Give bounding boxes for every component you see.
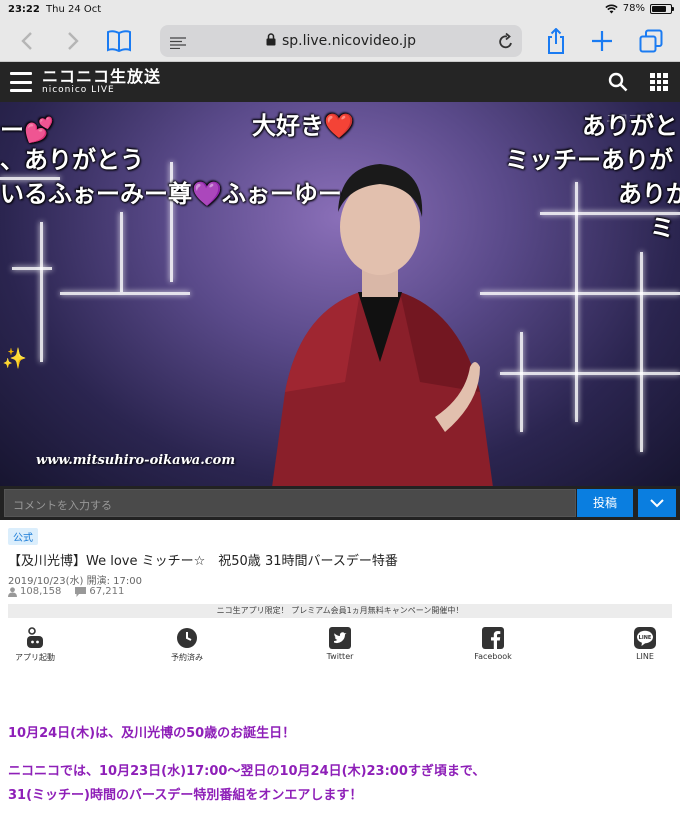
- viewer-count: 108,158: [8, 586, 61, 597]
- program-datetime: 2019/10/23(水) 開演: 17:00: [8, 576, 142, 587]
- facebook-label: Facebook: [474, 652, 512, 661]
- line-label: LINE: [636, 652, 654, 661]
- description-line: 31(ミッチー)時間のバースデー特別番組をオンエアします！: [8, 788, 363, 803]
- url-text: sp.live.nicovideo.jp: [281, 33, 416, 49]
- person-icon: [8, 586, 17, 597]
- battery-percent: 78%: [622, 3, 645, 14]
- program-stats: 108,158 67,211: [8, 586, 124, 597]
- comment-input[interactable]: コメントを入力する: [4, 489, 576, 517]
- line-share-button[interactable]: LINE LINE: [610, 624, 680, 661]
- status-time: 23:22: [8, 4, 40, 15]
- reload-icon[interactable]: [498, 32, 514, 54]
- post-comment-button[interactable]: 投稿: [577, 489, 633, 517]
- bookmarks-icon[interactable]: [106, 28, 132, 54]
- comment-options-button[interactable]: [638, 489, 676, 517]
- comment-overlay: 大好き❤️: [252, 112, 354, 140]
- app-launch-label: アプリ起動: [15, 653, 55, 662]
- twitter-icon: [329, 627, 351, 649]
- menu-icon[interactable]: [10, 72, 32, 92]
- comment-overlay: ミッチーありが: [505, 146, 673, 174]
- apps-grid-icon[interactable]: [650, 73, 668, 91]
- app-launch-button[interactable]: アプリ起動: [0, 624, 70, 663]
- search-icon[interactable]: [608, 72, 628, 96]
- status-right: 78%: [605, 3, 674, 14]
- sparkle-icon: ✨: [2, 346, 27, 370]
- twitter-share-button[interactable]: Twitter: [305, 624, 375, 661]
- forward-icon[interactable]: [60, 28, 86, 54]
- wifi-icon: [605, 4, 618, 13]
- reserved-label: 予約済み: [171, 653, 203, 662]
- share-icon[interactable]: [543, 28, 569, 54]
- comment-icon: [75, 586, 87, 597]
- comment-overlay: いるふぉーみー尊💜ふぉーゆー: [0, 180, 342, 208]
- lock-icon: [266, 33, 276, 50]
- status-bar: 23:22 Thu 24 Oct 78%: [0, 0, 680, 20]
- svg-text:LINE: LINE: [639, 635, 652, 641]
- video-player[interactable]: ニコニコ ー💕 大好き❤️ ありがと 、ありがとう ミッチーありが いるふぉーみ…: [0, 102, 680, 486]
- action-bar: アプリ起動 予約済み Twitter Facebook LINE LINE: [0, 624, 680, 668]
- comment-overlay: ミ: [650, 214, 674, 242]
- campaign-banner[interactable]: ニコ生アプリ限定！ プレミアム会員1ヵ月無料キャンペーン開催中！: [8, 604, 672, 618]
- browser-toolbar: sp.live.nicovideo.jp: [0, 20, 680, 62]
- description-line: ニコニコでは、10月23日(水)17:00～翌日の10月24日(木)23:00す…: [8, 764, 486, 779]
- logo-title: ニコニコ生放送: [42, 67, 162, 86]
- comment-bar: コメントを入力する 投稿: [0, 486, 680, 520]
- app-launch-icon: [27, 627, 43, 648]
- niconico-live-logo[interactable]: ニコニコ生放送 niconico LIVE: [42, 68, 161, 95]
- logo-subtitle: niconico LIVE: [42, 85, 115, 95]
- comment-count: 67,211: [75, 586, 124, 597]
- description-line: 10月24日(木)は、及川光博の50歳のお誕生日！: [8, 726, 296, 741]
- video-watermark: www.mitsuhiro-oikawa.com: [36, 453, 236, 468]
- comment-overlay: 、ありがとう: [0, 146, 144, 174]
- status-date: Thu 24 Oct: [46, 4, 102, 15]
- reserved-button[interactable]: 予約済み: [152, 624, 222, 663]
- tabs-overview-icon[interactable]: [638, 28, 664, 54]
- official-badge: 公式: [8, 528, 38, 545]
- program-description: 10月24日(木)は、及川光博の50歳のお誕生日！ ニコニコでは、10月23日(…: [8, 722, 672, 808]
- new-tab-icon[interactable]: [589, 28, 615, 54]
- battery-icon: [650, 3, 674, 14]
- program-title: 【及川光博】We love ミッチー☆ 祝50歳 31時間バースデー特番: [8, 554, 398, 569]
- facebook-icon: [482, 627, 504, 649]
- chevron-down-icon: [650, 498, 664, 507]
- twitter-label: Twitter: [326, 652, 354, 661]
- back-icon[interactable]: [14, 28, 40, 54]
- site-header: ニコニコ生放送 niconico LIVE: [0, 62, 680, 102]
- comment-overlay: ありが: [618, 180, 680, 208]
- address-bar[interactable]: sp.live.nicovideo.jp: [160, 25, 522, 57]
- facebook-share-button[interactable]: Facebook: [458, 624, 528, 661]
- comment-overlay: ありがと: [582, 112, 678, 140]
- line-icon: LINE: [634, 627, 656, 649]
- clock-icon: [177, 628, 197, 648]
